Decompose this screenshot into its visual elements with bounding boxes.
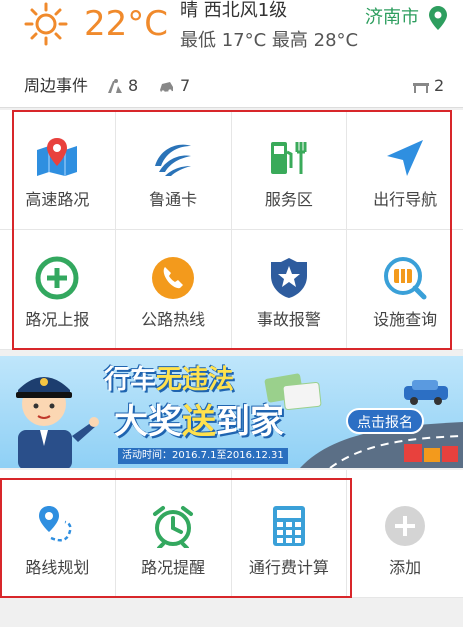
temperature-range: 最低 17°C 最高 28°C xyxy=(180,30,359,51)
accident-count: 7 xyxy=(180,76,191,95)
promo-banner[interactable]: 行车无违法 大奖送到家 活动时间：2016.7.1至2016.12.31 点击报… xyxy=(0,356,463,468)
service-label: 鲁通卡 xyxy=(149,190,198,209)
service-service-area[interactable]: 服务区 xyxy=(231,110,348,230)
service-label: 公路热线 xyxy=(141,310,206,329)
service-accident-alarm[interactable]: 事故报警 xyxy=(231,230,348,350)
tools-grid: 路线规划 路况提醒 通行费计算 添加 xyxy=(0,470,463,598)
road-barrier-icon xyxy=(413,83,429,93)
tool-label: 添加 xyxy=(389,558,422,577)
nearby-events-bar[interactable]: 周边事件 8 7 2 xyxy=(0,64,463,108)
police-badge-icon xyxy=(270,258,307,298)
other-events[interactable]: 2 xyxy=(412,76,444,96)
construction-events[interactable]: 8 xyxy=(106,76,138,96)
register-button[interactable]: 点击报名 xyxy=(346,408,424,434)
service-label: 高速路况 xyxy=(25,190,90,209)
banner-title-highlight: 送 xyxy=(182,402,216,442)
route-plan-icon xyxy=(39,506,72,542)
service-report-conditions[interactable]: 路况上报 xyxy=(0,230,116,350)
city-selector[interactable]: 济南市 xyxy=(365,6,419,30)
add-circle-icon xyxy=(385,506,426,546)
phone-icon xyxy=(152,257,195,299)
banner-title-line1: 行车无违法 xyxy=(104,364,234,396)
card-swoosh-icon xyxy=(155,144,192,176)
map-pin-icon xyxy=(37,138,78,176)
banner-title-highlight: 无违法 xyxy=(156,365,235,395)
weather-header: 22°C 晴 西北风1级 最低 17°C 最高 28°C 济南市 xyxy=(0,0,463,64)
accident-events[interactable]: 7 xyxy=(158,76,190,96)
nearby-events-label: 周边事件 xyxy=(24,76,89,95)
service-lutong-card[interactable]: 鲁通卡 xyxy=(115,110,232,230)
weather-condition: 晴 西北风1级 xyxy=(180,0,288,21)
service-label: 事故报警 xyxy=(256,310,321,329)
tool-label: 通行费计算 xyxy=(248,558,329,577)
app-screen: 22°C 晴 西北风1级 最低 17°C 最高 28°C 济南市 周边事件 8 … xyxy=(0,0,463,627)
tool-add[interactable]: 添加 xyxy=(347,470,463,598)
alarm-clock-icon xyxy=(153,506,194,548)
tool-route-planning[interactable]: 路线规划 xyxy=(0,470,116,598)
tool-traffic-reminder[interactable]: 路况提醒 xyxy=(115,470,232,598)
banner-title-part: 行车 xyxy=(104,365,157,395)
navigation-arrow-icon xyxy=(387,140,424,176)
service-navigation[interactable]: 出行导航 xyxy=(347,110,463,230)
calculator-icon xyxy=(272,506,305,546)
service-hotline[interactable]: 公路热线 xyxy=(115,230,232,350)
service-label: 服务区 xyxy=(264,190,313,209)
construction-worker-icon xyxy=(108,79,122,93)
construction-count: 8 xyxy=(128,76,139,95)
banner-title-line2: 大奖送到家 xyxy=(114,402,284,442)
car-crash-icon xyxy=(160,82,173,94)
other-count: 2 xyxy=(434,76,445,95)
tool-toll-calculator[interactable]: 通行费计算 xyxy=(231,470,348,598)
fuel-restaurant-icon xyxy=(270,142,307,174)
plus-circle-icon xyxy=(35,256,79,300)
sun-icon xyxy=(24,2,68,46)
service-facility-search[interactable]: 设施查询 xyxy=(347,230,463,350)
service-label: 出行导航 xyxy=(373,190,438,209)
tool-label: 路况提醒 xyxy=(141,558,206,577)
service-highway-conditions[interactable]: 高速路况 xyxy=(0,110,116,230)
service-label: 设施查询 xyxy=(373,310,438,329)
tool-label: 路线规划 xyxy=(25,558,90,577)
location-pin-icon[interactable] xyxy=(429,6,447,30)
services-grid: 高速路况 鲁通卡 服务区 出行导航 路况上报 公路热线 事故报警 设施查询 xyxy=(0,110,463,350)
service-label: 路况上报 xyxy=(25,310,90,329)
banner-title-part: 到家 xyxy=(216,402,284,442)
temperature: 22°C xyxy=(84,4,169,44)
banner-title-part: 大奖 xyxy=(114,402,182,442)
search-road-icon xyxy=(384,257,427,300)
banner-date: 活动时间：2016.7.1至2016.12.31 xyxy=(118,448,288,464)
